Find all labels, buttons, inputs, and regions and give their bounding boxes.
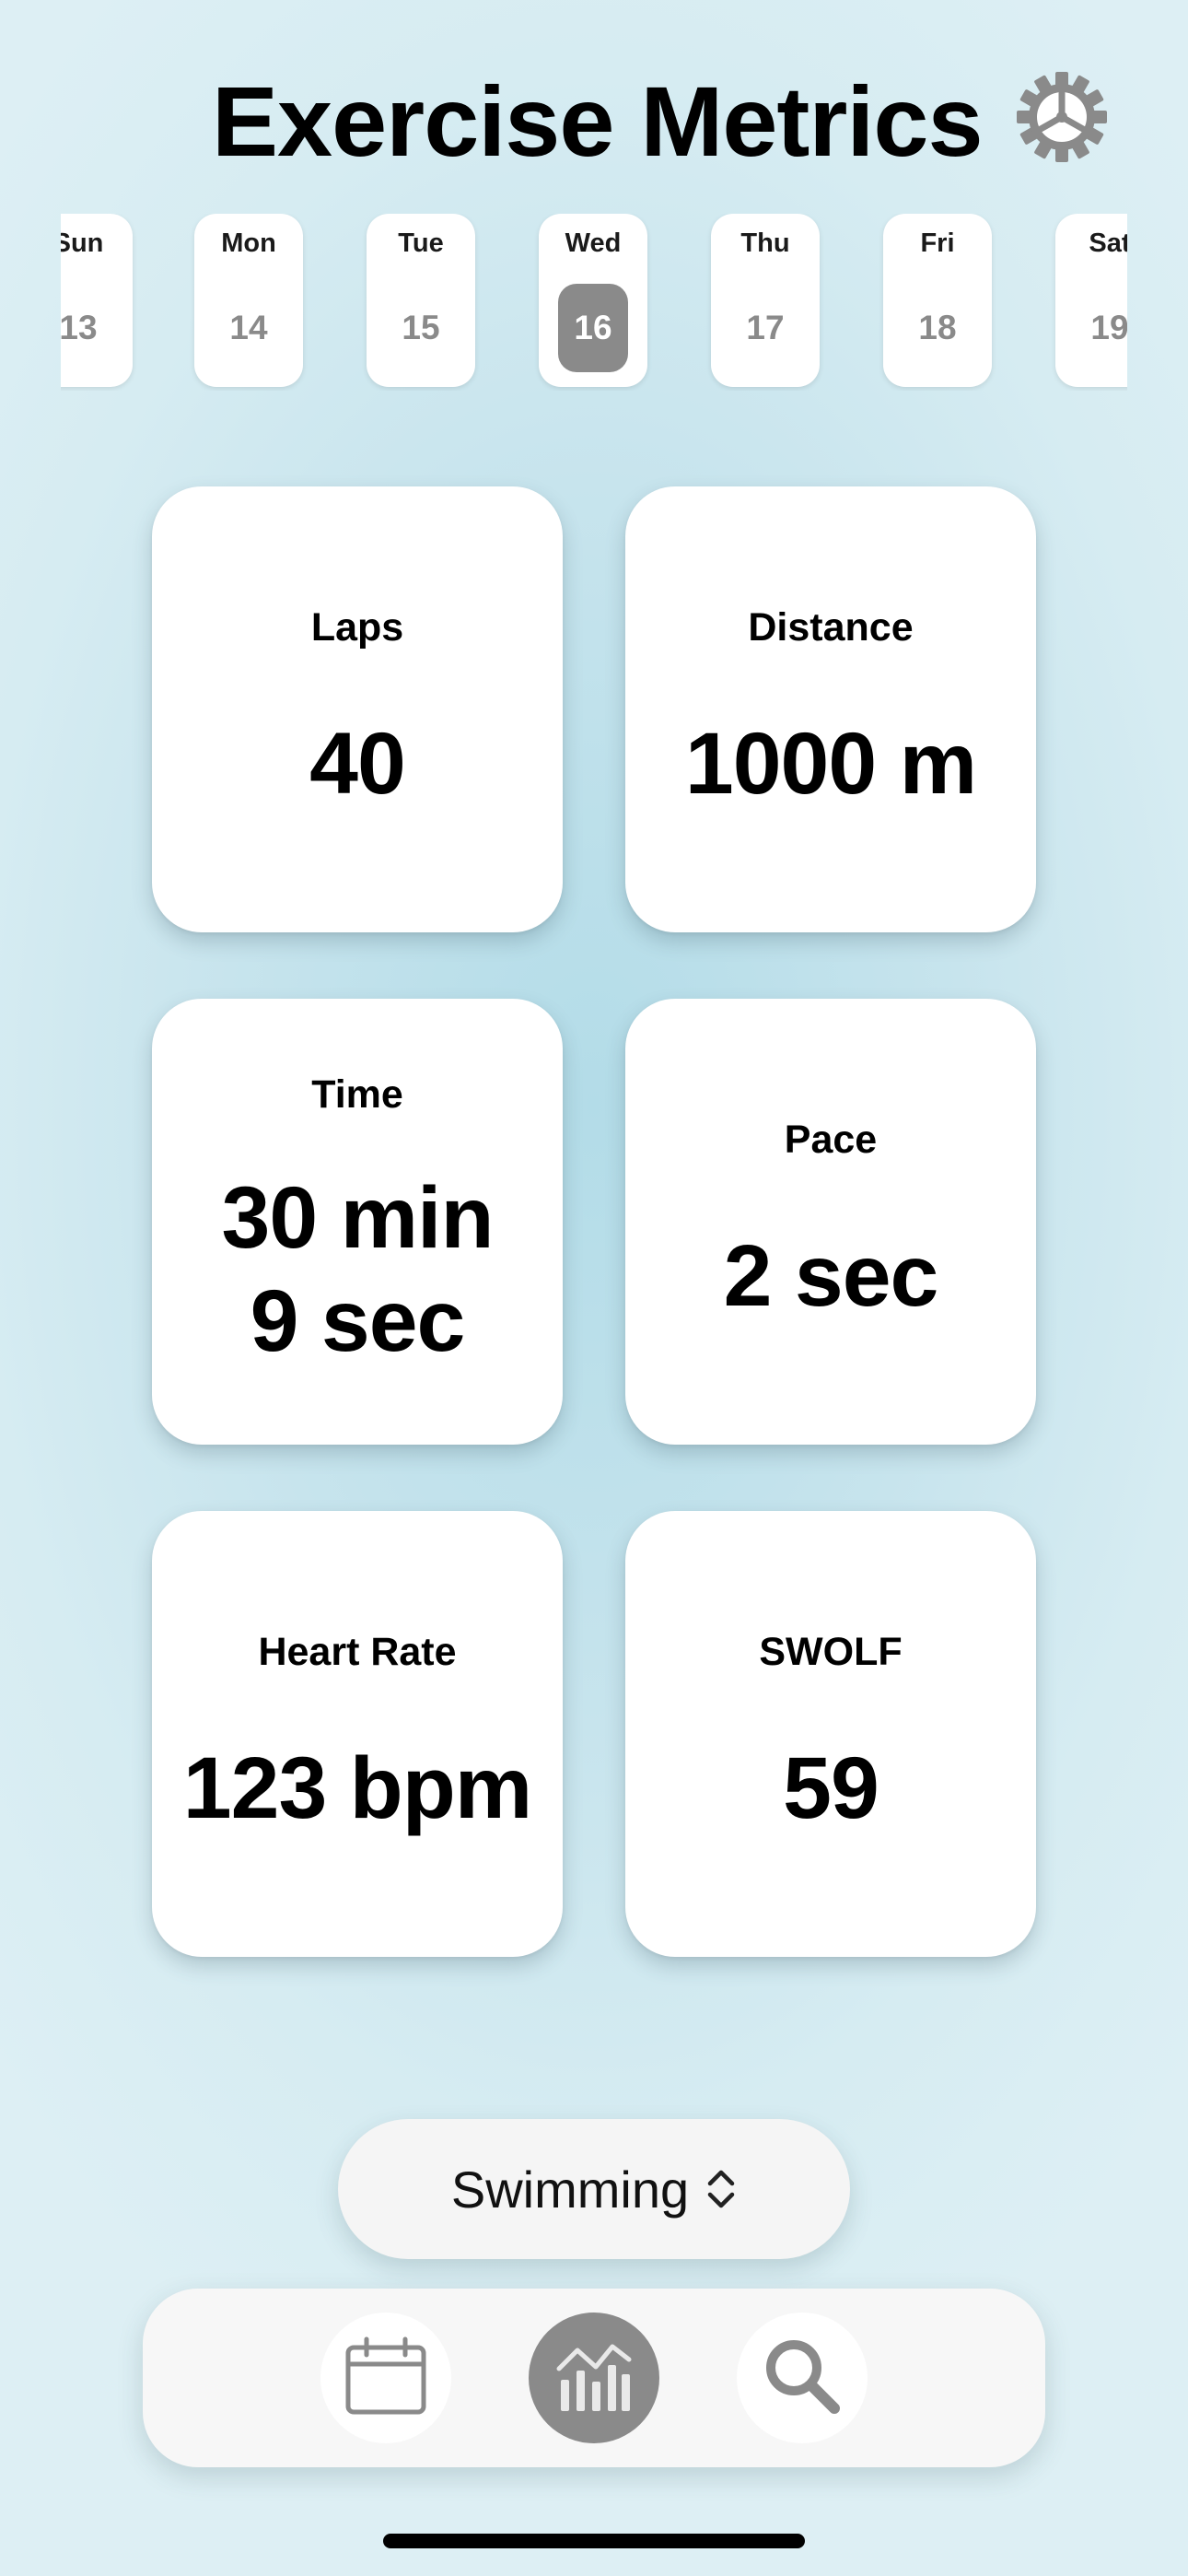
day-name: Thu <box>740 228 790 258</box>
tab-bar <box>143 2289 1045 2467</box>
day-number: 17 <box>746 309 785 346</box>
day-name: Tue <box>398 228 444 258</box>
metric-card-swolf: SWOLF 59 <box>625 1511 1036 1957</box>
metric-value: 2 sec <box>723 1227 939 1325</box>
activity-picker-label: Swimming <box>450 2160 690 2219</box>
day-number: 14 <box>229 309 268 346</box>
tab-calendar[interactable] <box>320 2313 451 2443</box>
activity-picker[interactable]: Swimming <box>338 2119 850 2259</box>
metric-value: 1000 m <box>684 715 977 813</box>
tab-search[interactable] <box>737 2313 868 2443</box>
search-icon <box>761 2335 844 2422</box>
metric-label: Laps <box>310 605 404 650</box>
metric-value: 40 <box>309 715 406 813</box>
day-number: 18 <box>918 309 957 346</box>
metric-label: Distance <box>748 605 914 650</box>
metric-card-distance: Distance 1000 m <box>625 486 1036 932</box>
day-strip[interactable]: Sun 13 Mon 14 Tue 15 Wed 16 Thu 17 Fri 1… <box>61 214 1127 391</box>
metric-value: 30 min 9 sec <box>221 1166 495 1373</box>
day-card-fri[interactable]: Fri 18 <box>883 214 992 387</box>
home-indicator[interactable] <box>383 2534 805 2548</box>
day-card-mon[interactable]: Mon 14 <box>194 214 303 387</box>
day-card-thu[interactable]: Thu 17 <box>711 214 820 387</box>
metric-card-pace: Pace 2 sec <box>625 999 1036 1445</box>
page-title: Exercise Metrics <box>212 65 984 177</box>
metric-label: SWOLF <box>759 1630 903 1674</box>
metric-card-heart-rate: Heart Rate 123 bpm <box>152 1511 563 1957</box>
tab-metrics[interactable] <box>529 2313 659 2443</box>
day-name: Sun <box>61 228 104 258</box>
day-name: Mon <box>221 228 276 258</box>
metric-card-time: Time 30 min 9 sec <box>152 999 563 1445</box>
day-name: Fri <box>920 228 955 258</box>
metric-label: Pace <box>784 1118 878 1162</box>
day-card-tue[interactable]: Tue 15 <box>367 214 475 387</box>
metric-label: Heart Rate <box>258 1630 457 1674</box>
day-card-sat[interactable]: Sat 19 <box>1055 214 1127 387</box>
settings-button[interactable] <box>1013 70 1111 168</box>
day-card-wed[interactable]: Wed 16 <box>539 214 647 387</box>
chevron-up-down-icon <box>705 2166 737 2212</box>
calendar-icon <box>344 2336 427 2420</box>
metric-value-line: 9 sec <box>250 1272 466 1370</box>
chart-icon <box>555 2337 633 2419</box>
day-card-sun[interactable]: Sun 13 <box>61 214 133 387</box>
day-number: 13 <box>61 309 98 346</box>
metric-value: 123 bpm <box>182 1739 532 1837</box>
metric-label: Time <box>311 1072 403 1117</box>
day-name: Wed <box>565 228 622 258</box>
day-number-selected: 16 <box>558 284 628 372</box>
gear-icon <box>1016 71 1108 168</box>
metric-value-line: 30 min <box>221 1169 495 1267</box>
day-number: 19 <box>1090 309 1127 346</box>
metric-card-laps: Laps 40 <box>152 486 563 932</box>
day-name: Sat <box>1089 228 1127 258</box>
metric-value: 59 <box>783 1739 879 1837</box>
day-number: 15 <box>402 309 440 346</box>
